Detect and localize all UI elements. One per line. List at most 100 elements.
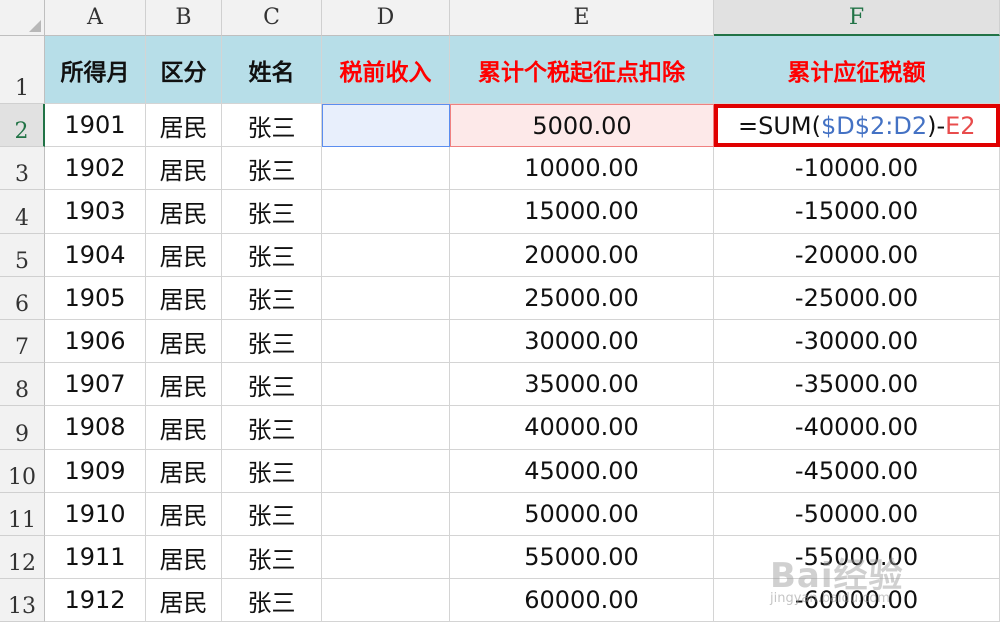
cell-e9[interactable]: 40000.00 bbox=[450, 406, 714, 450]
cell-b8[interactable]: 居民 bbox=[146, 363, 222, 407]
cell-a2[interactable]: 1901 bbox=[45, 104, 146, 148]
cell-f10[interactable]: -45000.00 bbox=[714, 449, 1000, 493]
header-cell-name[interactable]: 姓名 bbox=[222, 36, 322, 104]
cell-d5[interactable] bbox=[322, 233, 450, 277]
cell-e12[interactable]: 55000.00 bbox=[450, 536, 714, 580]
row-header-7[interactable]: 7 bbox=[0, 320, 45, 364]
cell-d3[interactable] bbox=[322, 147, 450, 191]
cell-e10[interactable]: 45000.00 bbox=[450, 449, 714, 493]
cell-b7[interactable]: 居民 bbox=[146, 320, 222, 364]
cell-c11[interactable]: 张三 bbox=[222, 492, 322, 536]
cell-b9[interactable]: 居民 bbox=[146, 406, 222, 450]
cell-f11[interactable]: -50000.00 bbox=[714, 492, 1000, 536]
cell-e7[interactable]: 30000.00 bbox=[450, 320, 714, 364]
cell-b2[interactable]: 居民 bbox=[146, 104, 222, 148]
cell-c8[interactable]: 张三 bbox=[222, 363, 322, 407]
formula-cell-f2[interactable]: =SUM($D$2:D2)- E2 bbox=[714, 104, 1000, 148]
cell-e2[interactable]: 5000.00 bbox=[450, 104, 714, 148]
cell-e4[interactable]: 15000.00 bbox=[450, 190, 714, 234]
cell-e8[interactable]: 35000.00 bbox=[450, 363, 714, 407]
cell-a7[interactable]: 1906 bbox=[45, 320, 146, 364]
cell-d12[interactable] bbox=[322, 536, 450, 580]
header-cell-category[interactable]: 区分 bbox=[146, 36, 222, 104]
cell-f5[interactable]: -20000.00 bbox=[714, 233, 1000, 277]
cell-d10[interactable] bbox=[322, 449, 450, 493]
cell-a13[interactable]: 1912 bbox=[45, 579, 146, 623]
cell-b13[interactable]: 居民 bbox=[146, 579, 222, 623]
cell-b12[interactable]: 居民 bbox=[146, 536, 222, 580]
header-cell-cumulative-taxable[interactable]: 累计应征税额 bbox=[714, 36, 1000, 104]
cell-e11[interactable]: 50000.00 bbox=[450, 492, 714, 536]
baidu-watermark-url: jingyan.baidu.com bbox=[770, 591, 890, 606]
cell-d2[interactable] bbox=[322, 104, 450, 148]
cell-c4[interactable]: 张三 bbox=[222, 190, 322, 234]
cell-c3[interactable]: 张三 bbox=[222, 147, 322, 191]
cell-a12[interactable]: 1911 bbox=[45, 536, 146, 580]
cell-a10[interactable]: 1909 bbox=[45, 449, 146, 493]
row-header-8[interactable]: 8 bbox=[0, 363, 45, 407]
cell-a3[interactable]: 1902 bbox=[45, 147, 146, 191]
cell-d6[interactable] bbox=[322, 276, 450, 320]
cell-c7[interactable]: 张三 bbox=[222, 320, 322, 364]
row-header-3[interactable]: 3 bbox=[0, 147, 45, 191]
formula-cell-ref: E2 bbox=[945, 111, 976, 140]
row-header-5[interactable]: 5 bbox=[0, 233, 45, 277]
header-cell-cumulative-deduction[interactable]: 累计个税起征点扣除 bbox=[450, 36, 714, 104]
column-header-c[interactable]: C bbox=[222, 0, 322, 36]
cell-e13[interactable]: 60000.00 bbox=[450, 579, 714, 623]
cell-b6[interactable]: 居民 bbox=[146, 276, 222, 320]
cell-a5[interactable]: 1904 bbox=[45, 233, 146, 277]
cell-b10[interactable]: 居民 bbox=[146, 449, 222, 493]
cell-b11[interactable]: 居民 bbox=[146, 492, 222, 536]
row-header-13[interactable]: 13 bbox=[0, 579, 45, 623]
cell-d11[interactable] bbox=[322, 492, 450, 536]
cell-f9[interactable]: -40000.00 bbox=[714, 406, 1000, 450]
row-header-6[interactable]: 6 bbox=[0, 276, 45, 320]
row-header-1[interactable]: 1 bbox=[0, 36, 45, 104]
cell-f6[interactable]: -25000.00 bbox=[714, 276, 1000, 320]
baidu-watermark: Bai经验 bbox=[770, 556, 904, 596]
cell-d4[interactable] bbox=[322, 190, 450, 234]
cell-c9[interactable]: 张三 bbox=[222, 406, 322, 450]
cell-d13[interactable] bbox=[322, 579, 450, 623]
cell-e3[interactable]: 10000.00 bbox=[450, 147, 714, 191]
row-header-4[interactable]: 4 bbox=[0, 190, 45, 234]
column-header-b[interactable]: B bbox=[146, 0, 222, 36]
cell-c2[interactable]: 张三 bbox=[222, 104, 322, 148]
header-cell-pretax-income[interactable]: 税前收入 bbox=[322, 36, 450, 104]
cell-c12[interactable]: 张三 bbox=[222, 536, 322, 580]
cell-c5[interactable]: 张三 bbox=[222, 233, 322, 277]
cell-a9[interactable]: 1908 bbox=[45, 406, 146, 450]
row-header-9[interactable]: 9 bbox=[0, 406, 45, 450]
cell-a8[interactable]: 1907 bbox=[45, 363, 146, 407]
select-all-corner[interactable] bbox=[0, 0, 45, 36]
spreadsheet-grid: A B C D E F 1 所得月 区分 姓名 税前收入 累计个税起征点扣除 累… bbox=[0, 0, 1000, 627]
cell-f4[interactable]: -15000.00 bbox=[714, 190, 1000, 234]
cell-a11[interactable]: 1910 bbox=[45, 492, 146, 536]
cell-c10[interactable]: 张三 bbox=[222, 449, 322, 493]
cell-e5[interactable]: 20000.00 bbox=[450, 233, 714, 277]
column-header-d[interactable]: D bbox=[322, 0, 450, 36]
row-header-10[interactable]: 10 bbox=[0, 449, 45, 493]
row-header-11[interactable]: 11 bbox=[0, 492, 45, 536]
cell-d8[interactable] bbox=[322, 363, 450, 407]
cell-a6[interactable]: 1905 bbox=[45, 276, 146, 320]
row-header-2[interactable]: 2 bbox=[0, 104, 45, 148]
column-header-f[interactable]: F bbox=[714, 0, 1000, 36]
cell-f7[interactable]: -30000.00 bbox=[714, 320, 1000, 364]
cell-e6[interactable]: 25000.00 bbox=[450, 276, 714, 320]
cell-b3[interactable]: 居民 bbox=[146, 147, 222, 191]
column-header-e[interactable]: E bbox=[450, 0, 714, 36]
cell-d7[interactable] bbox=[322, 320, 450, 364]
cell-f3[interactable]: -10000.00 bbox=[714, 147, 1000, 191]
cell-a4[interactable]: 1903 bbox=[45, 190, 146, 234]
cell-c13[interactable]: 张三 bbox=[222, 579, 322, 623]
cell-b4[interactable]: 居民 bbox=[146, 190, 222, 234]
header-cell-month[interactable]: 所得月 bbox=[45, 36, 146, 104]
cell-c6[interactable]: 张三 bbox=[222, 276, 322, 320]
cell-d9[interactable] bbox=[322, 406, 450, 450]
row-header-12[interactable]: 12 bbox=[0, 536, 45, 580]
cell-f8[interactable]: -35000.00 bbox=[714, 363, 1000, 407]
cell-b5[interactable]: 居民 bbox=[146, 233, 222, 277]
column-header-a[interactable]: A bbox=[45, 0, 146, 36]
